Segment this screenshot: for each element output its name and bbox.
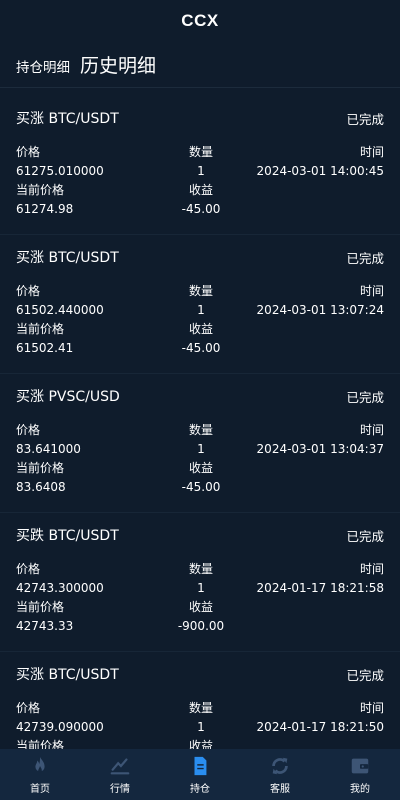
- time-label: 时间: [359, 423, 384, 437]
- tabbar-item-profile[interactable]: 我的: [320, 755, 400, 795]
- current-price-label: 当前价格: [16, 600, 65, 614]
- tab-history[interactable]: 历史明细: [80, 51, 156, 78]
- profit-label: 收益: [188, 183, 213, 197]
- profit-label: 收益: [188, 739, 213, 749]
- time-label: 时间: [359, 701, 384, 715]
- order-card[interactable]: 买涨 BTC/USDT 已完成 价格 数量 时间 42739.090000 1 …: [0, 652, 400, 749]
- order-status: 已完成: [346, 667, 384, 683]
- app-header: CCX: [0, 0, 400, 42]
- order-card[interactable]: 买涨 BTC/USDT 已完成 价格 数量 时间 61502.440000 1 …: [0, 235, 400, 374]
- order-status: 已完成: [346, 250, 384, 266]
- tab-bar: 持仓明细 历史明细: [0, 42, 400, 88]
- tabbar-label: 持仓: [190, 783, 210, 795]
- price-label: 价格: [16, 423, 41, 437]
- time-label: 时间: [359, 562, 384, 576]
- time-value: 2024-01-17 18:21:58: [256, 580, 384, 595]
- profit-value: -900.00: [177, 618, 225, 633]
- tabbar-item-support[interactable]: 客服: [240, 755, 320, 795]
- profit-label: 收益: [188, 600, 213, 614]
- current-price-value: 83.6408: [16, 479, 66, 494]
- quantity-label: 数量: [188, 701, 213, 715]
- order-list[interactable]: 买涨 BTC/USDT 已完成 价格 数量 时间 61275.010000 1 …: [0, 96, 400, 749]
- price-value: 61275.010000: [16, 163, 104, 178]
- current-price-label: 当前价格: [16, 322, 65, 336]
- current-price-label: 当前价格: [16, 739, 65, 749]
- time-label: 时间: [359, 284, 384, 298]
- document-icon: [194, 756, 207, 775]
- order-title: 买跌 BTC/USDT: [16, 528, 119, 544]
- order-title: 买涨 BTC/USDT: [16, 667, 119, 683]
- current-price-label: 当前价格: [16, 183, 65, 197]
- current-price-value: 61502.41: [16, 340, 74, 355]
- quantity-value: 1: [197, 302, 205, 317]
- quantity-value: 1: [197, 719, 205, 734]
- profit-value: -45.00: [181, 201, 221, 216]
- quantity-value: 1: [197, 441, 205, 456]
- quantity-value: 1: [197, 580, 205, 595]
- tabbar-label: 首页: [30, 783, 50, 795]
- app-title: CCX: [181, 11, 219, 30]
- tabbar-item-market[interactable]: 行情: [80, 755, 160, 795]
- order-card[interactable]: 买涨 PVSC/USD 已完成 价格 数量 时间 83.641000 1 202…: [0, 374, 400, 513]
- tabbar-item-holdings[interactable]: 持仓: [160, 755, 240, 795]
- time-label: 时间: [359, 145, 384, 159]
- quantity-value: 1: [197, 163, 205, 178]
- time-value: 2024-03-01 13:07:24: [256, 302, 384, 317]
- price-label: 价格: [16, 284, 41, 298]
- tabbar-label: 行情: [110, 783, 130, 795]
- order-card[interactable]: 买跌 BTC/USDT 已完成 价格 数量 时间 42743.300000 1 …: [0, 513, 400, 652]
- flame-icon: [35, 756, 45, 772]
- order-status: 已完成: [346, 111, 384, 127]
- price-value: 83.641000: [16, 441, 81, 456]
- order-card[interactable]: 买涨 BTC/USDT 已完成 价格 数量 时间 61275.010000 1 …: [0, 96, 400, 235]
- time-value: 2024-03-01 13:04:37: [256, 441, 384, 456]
- order-status: 已完成: [346, 389, 384, 405]
- current-price-value: 61274.98: [16, 201, 74, 216]
- profit-label: 收益: [188, 322, 213, 336]
- quantity-label: 数量: [188, 284, 213, 298]
- current-price-label: 当前价格: [16, 461, 65, 475]
- price-label: 价格: [16, 145, 41, 159]
- tabbar-item-home[interactable]: 首页: [0, 755, 80, 795]
- time-value: 2024-03-01 14:00:45: [256, 163, 384, 178]
- profit-value: -45.00: [181, 479, 221, 494]
- chart-icon: [110, 757, 130, 774]
- wallet-icon: [351, 758, 369, 773]
- order-title: 买涨 BTC/USDT: [16, 250, 119, 266]
- current-price-value: 42743.33: [16, 618, 74, 633]
- time-value: 2024-01-17 18:21:50: [256, 719, 384, 734]
- profit-label: 收益: [188, 461, 213, 475]
- order-status: 已完成: [346, 528, 384, 544]
- price-value: 42739.090000: [16, 719, 104, 734]
- order-title: 买涨 BTC/USDT: [16, 111, 119, 127]
- price-label: 价格: [16, 562, 41, 576]
- quantity-label: 数量: [188, 145, 213, 159]
- price-value: 61502.440000: [16, 302, 104, 317]
- refresh-icon: [272, 757, 288, 774]
- profit-value: -45.00: [181, 340, 221, 355]
- tabbar-label: 我的: [350, 783, 370, 795]
- order-title: 买涨 PVSC/USD: [16, 389, 120, 405]
- price-label: 价格: [16, 701, 41, 715]
- tab-holdings[interactable]: 持仓明细: [16, 56, 70, 76]
- quantity-label: 数量: [188, 562, 213, 576]
- quantity-label: 数量: [188, 423, 213, 437]
- price-value: 42743.300000: [16, 580, 104, 595]
- tabbar-label: 客服: [270, 783, 290, 795]
- bottom-tab-bar: 首页 行情 持仓 客服 我的: [0, 749, 400, 800]
